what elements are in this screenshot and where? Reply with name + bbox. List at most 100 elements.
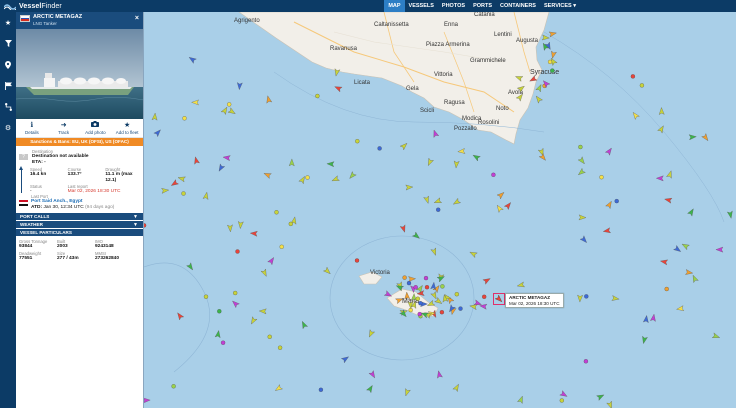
anchored-vessel-marker[interactable] bbox=[599, 175, 604, 180]
nav-photos[interactable]: PHOTOS bbox=[438, 0, 469, 12]
anchored-vessel-marker[interactable] bbox=[377, 146, 382, 151]
anchored-vessel-marker[interactable] bbox=[217, 309, 222, 314]
place-label: Vittoria bbox=[434, 72, 453, 78]
place-label: Grammichele bbox=[470, 58, 506, 64]
anchored-vessel-marker[interactable] bbox=[182, 116, 187, 121]
anchored-vessel-marker[interactable] bbox=[458, 306, 463, 311]
flag-icon[interactable] bbox=[0, 75, 16, 96]
vessel-actions: ℹ Details ➜ Track Add photo ★ Add to fle… bbox=[16, 119, 143, 138]
last-report-value: Mar 02, 2026 18:30 UTC bbox=[67, 189, 121, 194]
place-label: Ragusa bbox=[444, 100, 465, 106]
anchored-vessel-marker[interactable] bbox=[415, 296, 420, 301]
anchored-vessel-marker[interactable] bbox=[454, 292, 459, 297]
atd-label: ATD: bbox=[31, 204, 43, 210]
logo-wave-icon bbox=[4, 4, 16, 10]
section-port-calls-label: PORT CALLS bbox=[20, 214, 50, 219]
anchored-vessel-marker[interactable] bbox=[406, 280, 412, 286]
anchored-vessel-marker[interactable] bbox=[439, 310, 445, 315]
section-vessel-particulars[interactable]: VESSEL PARTICULARS bbox=[16, 229, 143, 237]
anchored-vessel-marker[interactable] bbox=[220, 340, 226, 345]
place-label: Noto bbox=[496, 106, 509, 112]
vessel-panel: ARCTIC METAGAZ LNG Tanker × ℹ Details ➜ … bbox=[16, 12, 144, 408]
add-photo-button[interactable]: Add photo bbox=[80, 119, 112, 137]
anchored-vessel-marker[interactable] bbox=[235, 249, 240, 254]
anchored-vessel-marker[interactable] bbox=[181, 191, 186, 196]
anchored-vessel-marker[interactable] bbox=[583, 359, 589, 364]
anchored-vessel-marker[interactable] bbox=[279, 244, 284, 249]
draught-value: 11.1 m (max 12.1) bbox=[105, 172, 133, 183]
vessel-name: ARCTIC METAGAZ bbox=[33, 14, 83, 20]
anchored-vessel-marker[interactable] bbox=[227, 102, 232, 107]
vessel-photo[interactable] bbox=[16, 29, 143, 119]
anchored-vessel-marker[interactable] bbox=[277, 345, 283, 350]
anchored-vessel-marker[interactable] bbox=[584, 294, 589, 299]
anchored-vessel-marker[interactable] bbox=[550, 68, 555, 73]
place-label: Enna bbox=[444, 22, 459, 28]
atd-value: Jan 30, 12:34 UTC bbox=[43, 204, 84, 210]
anchored-vessel-marker[interactable] bbox=[491, 172, 496, 177]
gear-icon[interactable]: ⚙ bbox=[0, 117, 16, 138]
anchored-vessel-marker[interactable] bbox=[559, 398, 564, 403]
anchored-vessel-marker[interactable] bbox=[440, 284, 445, 289]
anchored-vessel-marker[interactable] bbox=[413, 285, 418, 290]
sanctions-banner[interactable]: Sanctions & Bans: EU, UK (OFSI), US (OFA… bbox=[16, 138, 143, 146]
details-button[interactable]: ℹ Details bbox=[16, 119, 48, 137]
status-value: - bbox=[30, 189, 32, 194]
anchored-vessel-marker[interactable] bbox=[664, 286, 669, 292]
location-pin-icon[interactable] bbox=[0, 54, 16, 75]
nav-services[interactable]: SERVICES ▾ bbox=[540, 0, 580, 12]
anchored-vessel-marker[interactable] bbox=[267, 334, 272, 339]
anchored-vessel-marker[interactable] bbox=[318, 387, 324, 392]
place-label: Licata bbox=[354, 80, 371, 86]
route-icon[interactable] bbox=[0, 96, 16, 117]
selected-vessel-marker[interactable] bbox=[493, 293, 505, 305]
anchored-vessel-marker[interactable] bbox=[639, 83, 645, 88]
anchored-vessel-marker[interactable] bbox=[233, 290, 238, 296]
star-icon[interactable]: ★ bbox=[0, 12, 16, 33]
place-label: Gela bbox=[406, 86, 419, 92]
anchored-vessel-marker[interactable] bbox=[614, 198, 619, 204]
anchored-vessel-marker[interactable] bbox=[578, 144, 583, 150]
deadweight-value: 77551 bbox=[19, 255, 33, 261]
nav-map[interactable]: MAP bbox=[384, 0, 405, 12]
close-icon[interactable]: × bbox=[135, 15, 139, 22]
add-to-fleet-button[interactable]: ★ Add to fleet bbox=[111, 119, 143, 137]
particulars-grid: Gross Tonnage 93844 Built 2003 IMO 92431… bbox=[16, 237, 143, 261]
anchored-vessel-marker[interactable] bbox=[417, 311, 422, 317]
anchored-vessel-marker[interactable] bbox=[418, 301, 423, 306]
place-label: Augusta bbox=[516, 38, 539, 44]
nav-containers[interactable]: CONTAINERS bbox=[496, 0, 540, 12]
nav-vessels[interactable]: VESSELS bbox=[405, 0, 438, 12]
add-to-fleet-label: Add to fleet bbox=[115, 129, 139, 135]
anchored-vessel-marker[interactable] bbox=[274, 210, 279, 215]
section-port-calls[interactable]: PORT CALLS ▼ bbox=[16, 213, 143, 221]
anchored-vessel-marker[interactable] bbox=[305, 175, 310, 180]
anchored-vessel-marker[interactable] bbox=[436, 207, 441, 212]
russia-flag-icon bbox=[20, 15, 30, 22]
anchored-vessel-marker[interactable] bbox=[315, 93, 320, 99]
nav-ports[interactable]: PORTS bbox=[469, 0, 496, 12]
anchored-vessel-marker[interactable] bbox=[423, 275, 429, 281]
anchored-vessel-marker[interactable] bbox=[424, 285, 430, 290]
anchored-vessel-marker[interactable] bbox=[288, 221, 293, 227]
chevron-down-icon: ▼ bbox=[133, 214, 138, 220]
last-port-block: Last Port Port Said Anch., Egypt ATD: Ja… bbox=[16, 193, 143, 213]
anchored-vessel-marker[interactable] bbox=[355, 139, 360, 144]
anchored-vessel-marker[interactable] bbox=[630, 74, 636, 79]
vessel-tooltip: ARCTIC METAGAZ Mar 02, 2026 18:30 UTC bbox=[505, 293, 564, 308]
anchored-vessel-marker[interactable] bbox=[402, 275, 407, 280]
anchored-vessel-marker[interactable] bbox=[171, 384, 176, 389]
map-canvas[interactable]: Agrigento Caltanissetta Enna Catania Lic… bbox=[144, 12, 736, 408]
section-weather[interactable]: WEATHER ▼ bbox=[16, 221, 143, 229]
filter-icon[interactable] bbox=[0, 33, 16, 54]
logo-text-bold: Vessel bbox=[19, 2, 42, 10]
place-label: Pozzallo bbox=[454, 126, 477, 132]
track-button[interactable]: ➜ Track bbox=[48, 119, 80, 137]
vessel-header: ARCTIC METAGAZ LNG Tanker × bbox=[16, 12, 143, 29]
anchored-vessel-marker[interactable] bbox=[203, 294, 209, 299]
vesselfinder-logo[interactable]: Vessel Finder bbox=[0, 0, 120, 12]
info-icon: ℹ bbox=[30, 121, 34, 129]
anchored-vessel-marker[interactable] bbox=[482, 294, 487, 299]
tooltip-timestamp: Mar 02, 2026 18:30 UTC bbox=[509, 300, 560, 306]
anchored-vessel-marker[interactable] bbox=[354, 258, 360, 263]
